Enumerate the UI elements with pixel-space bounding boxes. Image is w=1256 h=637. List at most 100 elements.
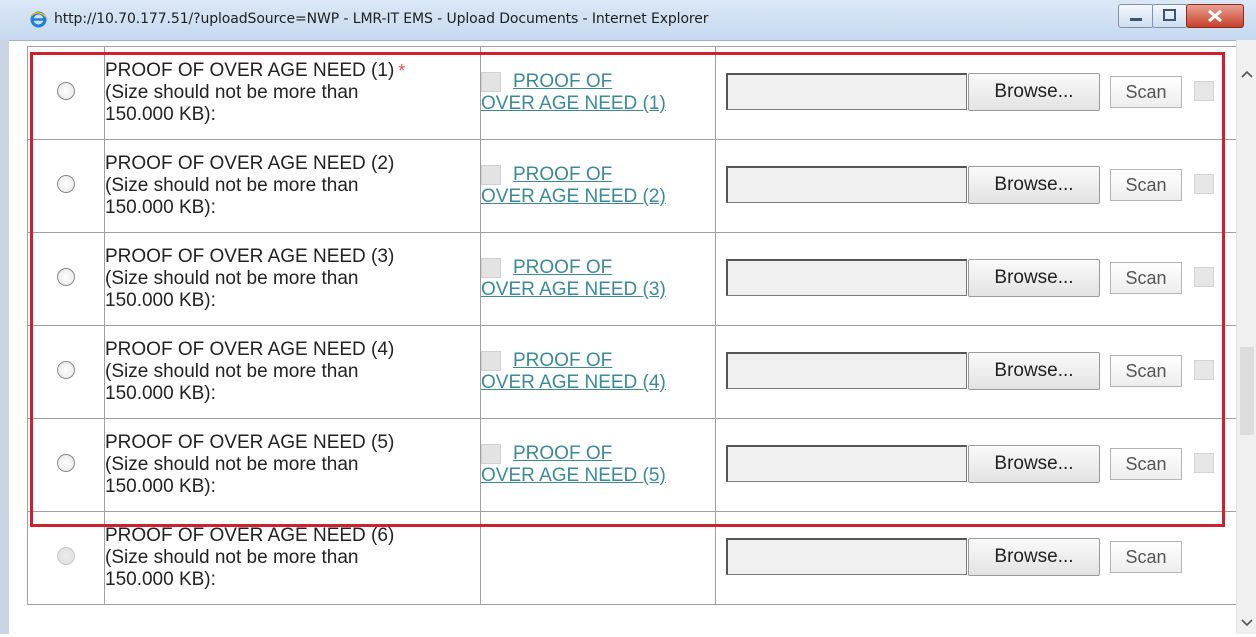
upload-row: PROOF OF OVER AGE NEED (2) (Size should … xyxy=(27,139,1237,233)
document-label-cell: PROOF OF OVER AGE NEED (3) (Size should … xyxy=(104,232,481,326)
size-value: 150.000 KB): xyxy=(105,290,216,311)
radio-cell xyxy=(27,46,105,140)
scan-button[interactable]: Scan xyxy=(1110,169,1182,201)
document-link-cell: PROOF OF OVER AGE NEED (4) xyxy=(480,325,716,419)
upload-cell: Browse... Scan xyxy=(715,139,1237,233)
radio-cell xyxy=(27,232,105,326)
document-name: PROOF OF OVER AGE NEED (5) xyxy=(105,432,395,453)
size-note: (Size should not be more than xyxy=(105,175,359,196)
document-name: PROOF OF OVER AGE NEED (6) xyxy=(105,525,395,546)
row-radio-button[interactable] xyxy=(57,174,75,193)
document-link[interactable]: OVER AGE NEED (5) xyxy=(481,465,715,487)
file-path-input[interactable] xyxy=(726,538,967,575)
browse-button[interactable]: Browse... xyxy=(968,538,1100,576)
size-note: (Size should not be more than xyxy=(105,547,359,568)
radio-cell xyxy=(27,511,105,605)
radio-cell xyxy=(27,325,105,419)
row-select-checkbox[interactable] xyxy=(1194,360,1214,380)
upload-cell: Browse... Scan xyxy=(715,46,1237,140)
radio-cell xyxy=(27,139,105,233)
document-link[interactable]: OVER AGE NEED (1) xyxy=(481,93,715,115)
scroll-up-icon[interactable] xyxy=(1237,64,1256,84)
file-path-input[interactable] xyxy=(726,352,967,389)
document-link[interactable]: PROOF OF xyxy=(513,443,612,464)
size-note: (Size should not be more than xyxy=(105,82,359,103)
document-link[interactable]: OVER AGE NEED (4) xyxy=(481,372,715,394)
vertical-scrollbar[interactable] xyxy=(1236,40,1256,634)
row-radio-button[interactable] xyxy=(57,267,75,286)
upload-row: PROOF OF OVER AGE NEED (5) (Size should … xyxy=(27,418,1237,512)
document-link[interactable]: OVER AGE NEED (3) xyxy=(481,279,715,301)
file-path-input[interactable] xyxy=(726,166,967,203)
browse-button[interactable]: Browse... xyxy=(968,73,1100,111)
radio-cell xyxy=(27,418,105,512)
size-value: 150.000 KB): xyxy=(105,383,216,404)
document-link[interactable]: OVER AGE NEED (2) xyxy=(481,186,715,208)
link-checkbox[interactable] xyxy=(481,71,501,92)
close-button[interactable] xyxy=(1186,4,1244,28)
required-asterisk: * xyxy=(398,61,406,81)
window-title: http://10.70.177.51/?uploadSource=NWP - … xyxy=(54,11,709,27)
link-checkbox[interactable] xyxy=(481,164,501,185)
document-name: PROOF OF OVER AGE NEED (2) xyxy=(105,153,395,174)
document-link-cell: PROOF OF OVER AGE NEED (5) xyxy=(480,418,716,512)
size-note: (Size should not be more than xyxy=(105,268,359,289)
document-link[interactable]: PROOF OF xyxy=(513,71,612,92)
upload-cell: Browse... Scan xyxy=(715,418,1237,512)
size-value: 150.000 KB): xyxy=(105,569,216,590)
browse-button[interactable]: Browse... xyxy=(968,166,1100,204)
upload-row: PROOF OF OVER AGE NEED (3) (Size should … xyxy=(27,232,1237,326)
internet-explorer-icon xyxy=(30,11,47,28)
scroll-thumb[interactable] xyxy=(1240,347,1254,435)
size-note: (Size should not be more than xyxy=(105,454,359,475)
row-select-checkbox[interactable] xyxy=(1194,453,1214,473)
link-checkbox[interactable] xyxy=(481,443,501,464)
browse-button[interactable]: Browse... xyxy=(968,352,1100,390)
row-radio-button[interactable] xyxy=(57,453,75,472)
upload-documents-table: PROOF OF OVER AGE NEED (1) * (Size should… xyxy=(27,46,1237,605)
link-checkbox[interactable] xyxy=(481,257,501,278)
upload-row: PROOF OF OVER AGE NEED (4) (Size should … xyxy=(27,325,1237,419)
row-radio-button xyxy=(57,546,75,565)
scan-button[interactable]: Scan xyxy=(1110,541,1182,573)
document-link-cell: PROOF OF OVER AGE NEED (1) xyxy=(480,46,716,140)
browse-button[interactable]: Browse... xyxy=(968,259,1100,297)
file-path-input[interactable] xyxy=(726,445,967,482)
document-link[interactable]: PROOF OF xyxy=(513,164,612,185)
document-link-cell: PROOF OF OVER AGE NEED (3) xyxy=(480,232,716,326)
upload-row: PROOF OF OVER AGE NEED (6) (Size should … xyxy=(27,511,1237,605)
document-name: PROOF OF OVER AGE NEED (1) xyxy=(105,60,395,81)
file-path-input[interactable] xyxy=(726,73,967,110)
window-left-edge xyxy=(0,40,9,634)
row-select-checkbox[interactable] xyxy=(1194,174,1214,194)
document-link-cell: PROOF OF OVER AGE NEED (2) xyxy=(480,139,716,233)
document-label-cell: PROOF OF OVER AGE NEED (4) (Size should … xyxy=(104,325,481,419)
size-value: 150.000 KB): xyxy=(105,104,216,125)
scroll-down-icon[interactable] xyxy=(1237,612,1256,632)
file-path-input[interactable] xyxy=(726,259,967,296)
link-checkbox[interactable] xyxy=(481,350,501,371)
document-link[interactable]: PROOF OF xyxy=(513,257,612,278)
row-radio-button[interactable] xyxy=(57,81,75,100)
document-name: PROOF OF OVER AGE NEED (4) xyxy=(105,339,395,360)
upload-row: PROOF OF OVER AGE NEED (1) * (Size should… xyxy=(27,46,1237,140)
row-select-checkbox[interactable] xyxy=(1194,267,1214,287)
browse-button[interactable]: Browse... xyxy=(968,445,1100,483)
row-select-checkbox[interactable] xyxy=(1194,81,1214,101)
row-radio-button[interactable] xyxy=(57,360,75,379)
minimize-button[interactable] xyxy=(1118,4,1154,28)
document-link[interactable]: PROOF OF xyxy=(513,350,612,371)
document-name: PROOF OF OVER AGE NEED (3) xyxy=(105,246,395,267)
size-note: (Size should not be more than xyxy=(105,361,359,382)
scan-button[interactable]: Scan xyxy=(1110,355,1182,387)
window-title-bar: http://10.70.177.51/?uploadSource=NWP - … xyxy=(0,0,1256,41)
size-value: 150.000 KB): xyxy=(105,476,216,497)
upload-cell: Browse... Scan xyxy=(715,232,1237,326)
scan-button[interactable]: Scan xyxy=(1110,76,1182,108)
maximize-button[interactable] xyxy=(1152,4,1188,28)
scan-button[interactable]: Scan xyxy=(1110,448,1182,480)
scan-button[interactable]: Scan xyxy=(1110,262,1182,294)
document-label-cell: PROOF OF OVER AGE NEED (2) (Size should … xyxy=(104,139,481,233)
document-label-cell: PROOF OF OVER AGE NEED (1) * (Size should… xyxy=(104,46,481,140)
upload-cell: Browse... Scan xyxy=(715,325,1237,419)
